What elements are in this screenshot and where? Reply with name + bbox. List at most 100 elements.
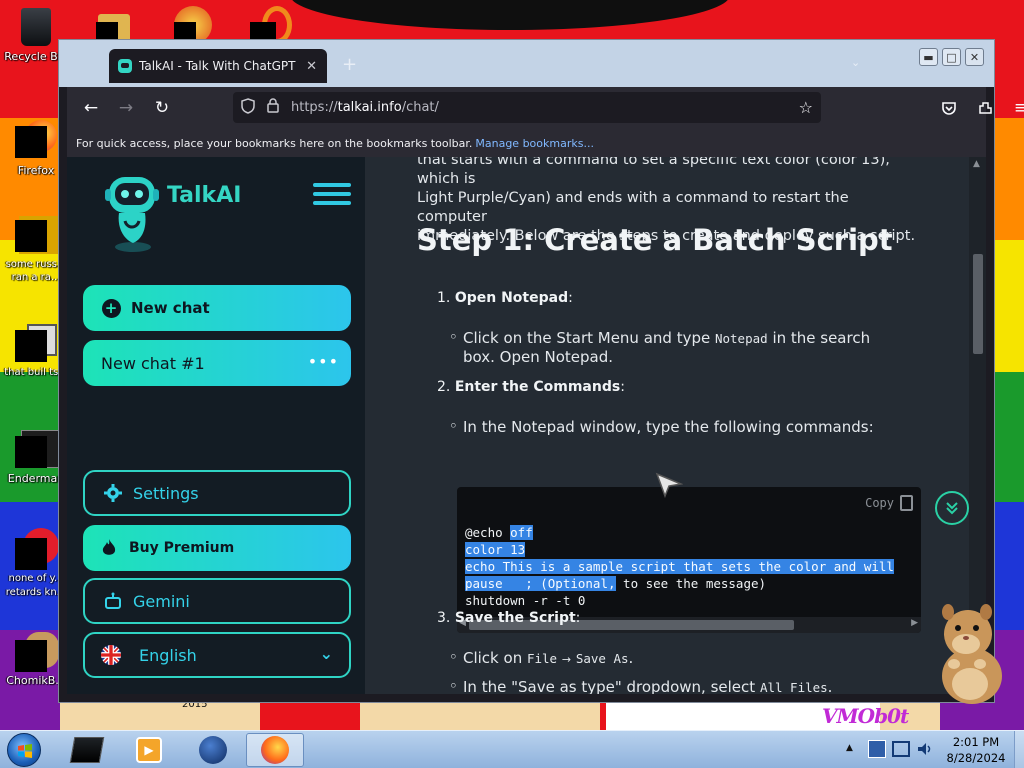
url-prefix: https:// (291, 100, 338, 115)
start-button[interactable] (7, 733, 41, 767)
browser-window: TalkAI - Talk With ChatGPT ✕ + ⌄ ▬ □ ✕ ←… (58, 39, 1024, 703)
new-chat-label: New chat (131, 299, 210, 317)
browser-tab[interactable]: TalkAI - Talk With ChatGPT ✕ (109, 49, 327, 83)
firefox-icon (15, 120, 57, 160)
opera-icon (15, 528, 59, 570)
language-label: English (139, 645, 197, 665)
chevron-down-icon: ⌄ (319, 644, 333, 663)
code-selected: pause ; (Optional, (465, 576, 616, 591)
extensions-icon[interactable] (973, 96, 997, 120)
copy-icon (900, 495, 913, 511)
close-window-button[interactable]: ✕ (965, 48, 984, 66)
url-text[interactable]: https://talkai.info/chat/ (291, 100, 439, 115)
chat-item-new-chat-1[interactable]: New chat #1 ••• (83, 340, 351, 386)
taskbar-clock[interactable]: 2:01 PM 8/28/2024 (940, 734, 1012, 766)
step-title: Save the Script (454, 610, 576, 626)
intro-line: that starts with a command to set a spec… (417, 157, 890, 187)
talkai-robot-logo[interactable] (103, 169, 163, 252)
step-3: 3. Save the Script: (437, 610, 580, 626)
step-suffix: : (568, 290, 573, 306)
step-heading: Step 1: Create a Batch Script (417, 223, 893, 257)
show-desktop-button[interactable] (1014, 731, 1024, 768)
page-content: TalkAI + New chat New chat #1 ••• Settin… (67, 157, 986, 694)
tab-close-icon[interactable]: ✕ (306, 59, 317, 74)
code-text: shutdown -r -t 0 (465, 593, 586, 608)
step-suffix: : (620, 379, 625, 395)
step-number: 1. (437, 290, 451, 306)
network-icon[interactable] (892, 741, 910, 757)
new-tab-button[interactable]: + (342, 54, 357, 75)
minimize-button[interactable]: ▬ (919, 48, 938, 66)
clock-time: 2:01 PM (952, 735, 1000, 749)
code-text: @echo (465, 525, 511, 540)
scroll-right-icon[interactable]: ▶ (911, 618, 918, 628)
app-menu-icon[interactable]: ≡ (1009, 96, 1024, 120)
tracking-shield-icon[interactable] (241, 97, 255, 118)
globe-icon (199, 736, 227, 764)
url-bar[interactable]: https://talkai.info/chat/ ☆ (233, 92, 821, 123)
hamburger-menu-icon[interactable] (313, 183, 351, 210)
copy-label: Copy (865, 496, 894, 510)
talkai-brand: TalkAI (167, 183, 242, 208)
reload-icon[interactable]: ↻ (150, 96, 174, 120)
list-all-tabs-icon[interactable]: ⌄ (851, 56, 860, 69)
forward-arrow-icon[interactable]: → (114, 96, 138, 120)
talkai-favicon-icon (118, 59, 132, 73)
scroll-up-icon[interactable]: ▲ (973, 159, 980, 169)
hamster-desktop-pet[interactable] (930, 598, 1010, 706)
code-content[interactable]: @echo off color 13 echo This is a sample… (465, 524, 894, 609)
scroll-to-bottom-icon[interactable] (935, 491, 969, 525)
bullet-save-as: Click on File → Save As. (449, 648, 633, 669)
pocket-icon[interactable] (937, 96, 961, 120)
url-path: /chat/ (401, 100, 439, 115)
bullet-text: in the search (767, 329, 871, 347)
step-2: 2. Enter the Commands: (437, 379, 625, 395)
new-chat-button[interactable]: + New chat (83, 285, 351, 331)
settings-button[interactable]: Settings (83, 470, 351, 516)
taskbar-app-console[interactable] (58, 733, 116, 767)
copy-button[interactable]: Copy (865, 495, 913, 511)
folder-stack-icon (15, 322, 57, 362)
show-hidden-icons-icon[interactable]: ▲ (846, 743, 853, 753)
settings-label: Settings (133, 483, 199, 503)
inline-code: All Files (759, 680, 828, 694)
bookmarks-notice: For quick access, place your bookmarks h… (76, 136, 473, 150)
step-1: 1. Open Notepad: (437, 290, 573, 306)
manage-bookmarks-link[interactable]: Manage bookmarks... (475, 137, 594, 150)
taskbar-app-browser[interactable] (184, 733, 242, 767)
code-selected: color 13 (465, 542, 526, 557)
system-tray: ▲ (846, 737, 940, 763)
mouse-cursor-icon (655, 472, 684, 502)
gemini-button[interactable]: Gemini (83, 578, 351, 624)
desktop-icon-folder[interactable] (92, 4, 136, 44)
url-host: talkai.info (337, 100, 402, 115)
hamster-icon (15, 630, 59, 672)
lock-icon[interactable] (267, 98, 279, 117)
volume-icon[interactable] (916, 740, 934, 758)
scroll-thumb[interactable] (973, 254, 983, 354)
more-options-icon[interactable]: ••• (308, 352, 339, 371)
robot-icon (103, 591, 123, 611)
taskbar-app-media-player[interactable]: ▶ (120, 733, 178, 767)
media-player-icon: ▶ (136, 737, 162, 763)
window-titlebar[interactable]: TalkAI - Talk With ChatGPT ✕ + ⌄ ▬ □ ✕ (59, 40, 994, 87)
bullet-enter-commands: In the Notepad window, type the followin… (449, 417, 874, 437)
maximize-button[interactable]: □ (942, 48, 961, 66)
code-selected: echo This is a sample script that sets t… (465, 559, 894, 574)
desktop-icon-browser[interactable] (170, 4, 214, 44)
bullet-open-notepad: Click on the Start Menu and type Notepad… (449, 328, 913, 367)
intro-line: Light Purple/Cyan) and ends with a comma… (417, 190, 849, 225)
buy-premium-label: Buy Premium (129, 540, 235, 556)
back-arrow-icon[interactable]: ← (79, 96, 103, 120)
arrow: → (561, 653, 572, 666)
tray-app-icon[interactable] (868, 740, 886, 758)
buy-premium-button[interactable]: Buy Premium (83, 525, 351, 571)
navigation-toolbar: ← → ↻ https://talkai.info/chat/ ☆ ≡ (67, 87, 1024, 129)
bookmark-star-icon[interactable]: ☆ (799, 98, 813, 117)
desktop-icon-app[interactable] (248, 4, 292, 46)
tab-title: TalkAI - Talk With ChatGPT (139, 59, 296, 73)
chat-response: that starts with a command to set a spec… (375, 157, 923, 694)
flame-icon (99, 538, 119, 558)
language-select[interactable]: English ⌄ (83, 632, 351, 678)
taskbar-app-firefox[interactable] (246, 733, 304, 767)
